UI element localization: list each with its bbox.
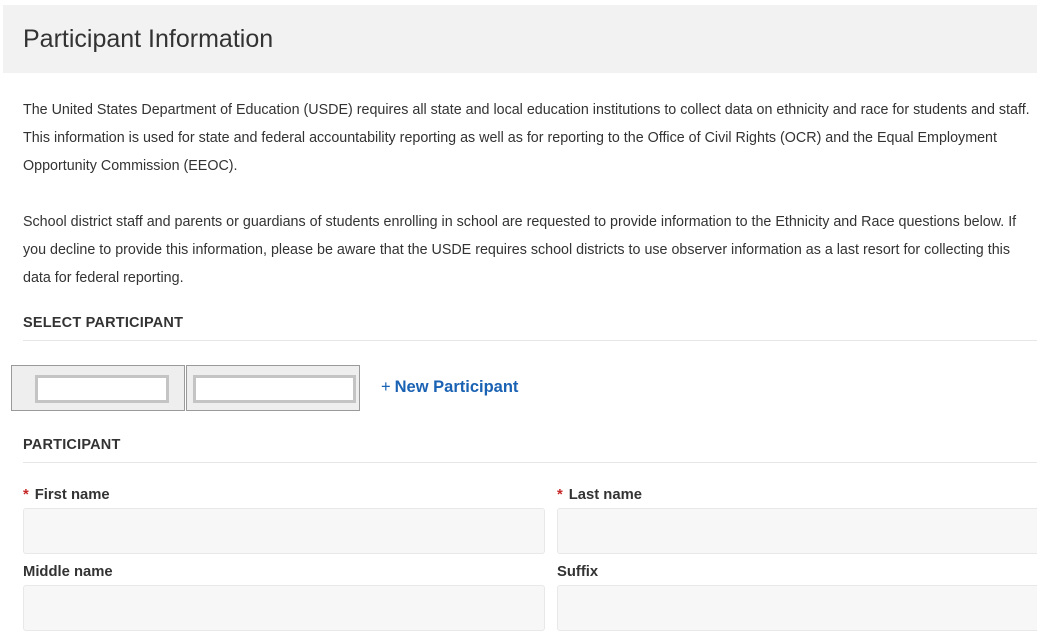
intro-paragraph-2-line-2: you decline to provide this information,…: [23, 242, 1010, 258]
last-name-label: * Last name: [557, 487, 642, 503]
page-title: Participant Information: [23, 24, 274, 53]
participant-option-2-label: [193, 375, 356, 403]
intro-paragraph-2: School district staff and parents or gua…: [23, 208, 1037, 292]
participant-option-2[interactable]: [186, 365, 360, 411]
last-name-field[interactable]: [557, 508, 1037, 554]
intro-paragraph-1-line-3: Opportunity Commission (EEOC).: [23, 158, 238, 174]
middle-name-field[interactable]: [23, 585, 545, 631]
middle-name-label-text: Middle name: [23, 564, 113, 580]
required-marker: *: [557, 487, 563, 503]
suffix-field[interactable]: [557, 585, 1037, 631]
intro-paragraph-2-line-3: data for federal reporting.: [23, 270, 184, 286]
intro-paragraph-1-line-2: This information is used for state and f…: [23, 130, 997, 146]
last-name-label-text: Last name: [568, 487, 642, 503]
participant-information-page: Participant Information The United State…: [3, 5, 1037, 638]
page-header: Participant Information: [3, 5, 1037, 73]
required-marker: *: [23, 487, 29, 503]
section-divider: [23, 340, 1037, 341]
suffix-label: Suffix: [557, 564, 598, 580]
participant-option-1[interactable]: [11, 365, 185, 411]
new-participant-link[interactable]: + New Participant: [381, 378, 518, 397]
first-name-field[interactable]: [23, 508, 545, 554]
intro-paragraph-2-line-1: School district staff and parents or gua…: [23, 214, 1017, 230]
middle-name-label: Middle name: [23, 564, 113, 580]
select-participant-heading: SELECT PARTICIPANT: [23, 315, 184, 331]
page-content: The United States Department of Educatio…: [3, 96, 1037, 631]
participant-option-1-label: [35, 375, 169, 403]
first-name-label: * First name: [23, 487, 110, 503]
participant-heading: PARTICIPANT: [23, 437, 121, 453]
first-name-label-text: First name: [34, 487, 110, 503]
intro-paragraph-1: The United States Department of Educatio…: [23, 96, 1037, 180]
suffix-label-text: Suffix: [557, 564, 599, 580]
plus-icon: +: [381, 378, 391, 396]
participant-selector: + New Participant: [11, 365, 1037, 439]
new-participant-label: New Participant: [394, 378, 519, 396]
section-divider: [23, 462, 1037, 463]
intro-paragraph-1-line-1: The United States Department of Educatio…: [23, 102, 1030, 118]
